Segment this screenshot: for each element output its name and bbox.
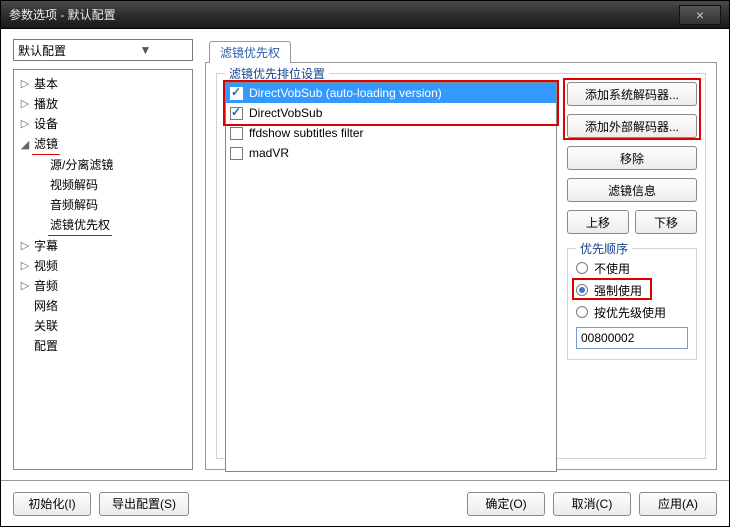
filter-area: DirectVobSub (auto-loading version) Dire… bbox=[225, 82, 697, 450]
window-title: 参数选项 - 默认配置 bbox=[9, 6, 679, 23]
tree-video-decode[interactable]: 视频解码 bbox=[30, 175, 192, 195]
fieldset-legend: 滤镜优先排位设置 bbox=[225, 65, 329, 82]
tree-device[interactable]: ▷设备 bbox=[14, 114, 192, 134]
side-column: 添加系统解码器... 添加外部解码器... 移除 滤镜信息 上移 下移 bbox=[567, 82, 697, 360]
tree-network[interactable]: 网络 bbox=[14, 296, 192, 316]
export-config-button[interactable]: 导出配置(S) bbox=[99, 492, 189, 516]
checkbox-icon[interactable] bbox=[230, 87, 243, 100]
priority-value-input[interactable] bbox=[576, 327, 688, 349]
radio-icon bbox=[576, 284, 588, 296]
priority-box: 优先顺序 不使用 强制使用 按优先级使用 bbox=[567, 248, 697, 360]
priority-legend: 优先顺序 bbox=[576, 240, 632, 257]
close-button[interactable]: × bbox=[679, 5, 721, 25]
checkbox-icon[interactable] bbox=[230, 107, 243, 120]
tree-playback[interactable]: ▷播放 bbox=[14, 94, 192, 114]
add-external-decoder-button[interactable]: 添加外部解码器... bbox=[567, 114, 697, 138]
options-dialog: 参数选项 - 默认配置 × 默认配置 ▼ ▷基本 ▷播放 ▷设备 ◢滤镜 源/分… bbox=[0, 0, 730, 527]
initialize-button[interactable]: 初始化(I) bbox=[13, 492, 91, 516]
tree-video[interactable]: ▷视频 bbox=[14, 256, 192, 276]
tree-config[interactable]: 配置 bbox=[14, 336, 192, 356]
tree-audio[interactable]: ▷音频 bbox=[14, 276, 192, 296]
filter-item[interactable]: DirectVobSub (auto-loading version) bbox=[226, 83, 556, 103]
filter-item[interactable]: madVR bbox=[226, 143, 556, 163]
filter-list[interactable]: DirectVobSub (auto-loading version) Dire… bbox=[225, 82, 557, 472]
radio-priority[interactable]: 按优先级使用 bbox=[576, 301, 688, 323]
add-system-decoder-button[interactable]: 添加系统解码器... bbox=[567, 82, 697, 106]
tab-body: 滤镜优先排位设置 DirectVobSub (auto-loading vers… bbox=[205, 63, 717, 470]
footer: 初始化(I) 导出配置(S) 确定(O) 取消(C) 应用(A) bbox=[1, 480, 729, 526]
radio-icon bbox=[576, 262, 588, 274]
tree-filter-priority[interactable]: 滤镜优先权 bbox=[30, 215, 192, 236]
filter-item[interactable]: ffdshow subtitles filter bbox=[226, 123, 556, 143]
chevron-down-icon: ▼ bbox=[103, 43, 188, 57]
config-select-value: 默认配置 bbox=[18, 42, 103, 59]
filter-fieldset: 滤镜优先排位设置 DirectVobSub (auto-loading vers… bbox=[216, 73, 706, 459]
tree-filter[interactable]: ◢滤镜 bbox=[14, 134, 192, 155]
checkbox-icon[interactable] bbox=[230, 127, 243, 140]
category-tree[interactable]: ▷基本 ▷播放 ▷设备 ◢滤镜 源/分离滤镜 视频解码 音频解码 滤镜优先权 ▷… bbox=[13, 69, 193, 470]
tab-filter-priority[interactable]: 滤镜优先权 bbox=[209, 41, 291, 63]
tree-subtitles[interactable]: ▷字幕 bbox=[14, 236, 192, 256]
cancel-button[interactable]: 取消(C) bbox=[553, 492, 631, 516]
dialog-body: 默认配置 ▼ ▷基本 ▷播放 ▷设备 ◢滤镜 源/分离滤镜 视频解码 音频解码 … bbox=[1, 29, 729, 480]
filter-list-wrap: DirectVobSub (auto-loading version) Dire… bbox=[225, 82, 557, 472]
move-down-button[interactable]: 下移 bbox=[635, 210, 697, 234]
filter-info-button[interactable]: 滤镜信息 bbox=[567, 178, 697, 202]
remove-button[interactable]: 移除 bbox=[567, 146, 697, 170]
config-select[interactable]: 默认配置 ▼ bbox=[13, 39, 193, 61]
radio-disable[interactable]: 不使用 bbox=[576, 257, 688, 279]
radio-icon bbox=[576, 306, 588, 318]
radio-force[interactable]: 强制使用 bbox=[576, 279, 688, 301]
main-panel: 滤镜优先权 滤镜优先排位设置 DirectVobSub (auto-loadin… bbox=[205, 39, 717, 470]
titlebar: 参数选项 - 默认配置 × bbox=[1, 1, 729, 29]
tab-header: 滤镜优先权 bbox=[205, 39, 717, 63]
config-row: 默认配置 ▼ bbox=[13, 39, 193, 61]
tree-assoc[interactable]: 关联 bbox=[14, 316, 192, 336]
tree-basic[interactable]: ▷基本 bbox=[14, 74, 192, 94]
tree-src-split[interactable]: 源/分离滤镜 bbox=[30, 155, 192, 175]
checkbox-icon[interactable] bbox=[230, 147, 243, 160]
ok-button[interactable]: 确定(O) bbox=[467, 492, 545, 516]
move-up-button[interactable]: 上移 bbox=[567, 210, 629, 234]
apply-button[interactable]: 应用(A) bbox=[639, 492, 717, 516]
filter-item[interactable]: DirectVobSub bbox=[226, 103, 556, 123]
tree-audio-decode[interactable]: 音频解码 bbox=[30, 195, 192, 215]
